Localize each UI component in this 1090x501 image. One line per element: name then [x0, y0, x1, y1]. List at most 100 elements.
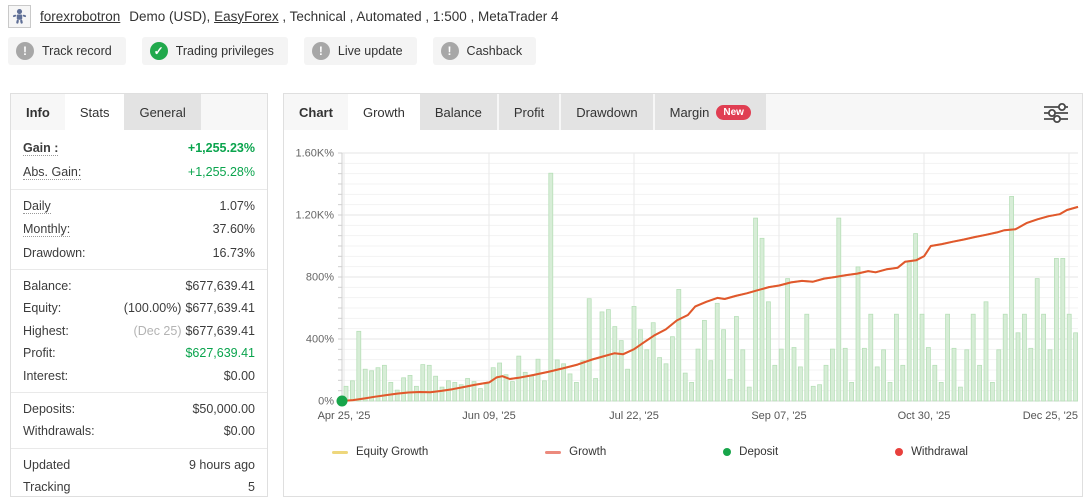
gain-bar	[388, 382, 394, 402]
gain-bar	[407, 375, 413, 402]
stat-value: 37.60%	[213, 222, 255, 236]
broker-link[interactable]: EasyForex	[214, 9, 279, 24]
gain-bar	[1034, 278, 1040, 402]
chart-settings-button[interactable]	[1042, 101, 1070, 125]
gain-bar	[1009, 196, 1014, 402]
legend-item-withdrawal[interactable]: Withdrawal	[895, 446, 968, 458]
stat-row-withdrawals: Withdrawals: $0.00	[11, 420, 267, 442]
stat-value: (Dec 25) $677,639.41	[134, 324, 255, 338]
gain-bar	[746, 386, 752, 402]
account-avatar[interactable]	[8, 4, 31, 28]
account-name-link[interactable]: forexrobotron	[40, 9, 120, 24]
tab-profit[interactable]: Profit	[498, 94, 560, 130]
badge-live-update[interactable]: ! Live update	[303, 37, 417, 65]
stat-label: Withdrawals:	[23, 424, 95, 439]
x-axis-label: Sep 07, '25	[751, 410, 806, 422]
chart-panel-tabs: Chart Growth Balance Profit Drawdown Margin Ne…	[284, 94, 1082, 130]
stat-row-drawdown: Drawdown: 16.73%	[11, 242, 267, 264]
stat-value: 9 hours ago	[189, 458, 255, 472]
badge-cashback[interactable]: ! Cashback	[432, 37, 537, 65]
gain-bar	[734, 316, 739, 402]
tab-info[interactable]: Info	[11, 94, 65, 130]
gain-bar	[356, 330, 362, 402]
legend-item-equity-growth[interactable]: Equity Growth	[332, 446, 428, 458]
gain-bar	[926, 347, 931, 402]
tab-label: Margin	[669, 104, 710, 120]
gain-bar	[983, 301, 989, 402]
stat-row-updated: Updated 9 hours ago	[11, 454, 267, 476]
gain-bar	[938, 382, 944, 402]
gain-bar	[958, 386, 963, 402]
gain-bar	[1047, 349, 1053, 402]
gain-bar	[1002, 313, 1008, 402]
stat-value: $0.00	[224, 369, 255, 383]
stat-label: Gain :	[23, 141, 59, 157]
legend-item-growth[interactable]: Growth	[545, 446, 606, 458]
tab-chart[interactable]: Chart	[284, 94, 348, 130]
chart-panel: Chart Growth Balance Profit Drawdown Margin Ne…	[283, 93, 1083, 497]
gain-bar	[977, 364, 982, 402]
gain-bar	[433, 375, 438, 402]
growth-chart[interactable]: 0% 400% 800% 1.20K% 1.60K% Apr 25, '25 Jun 09,…	[284, 134, 1082, 434]
badge-label: Trading privileges	[175, 44, 274, 58]
tab-balance[interactable]: Balance	[419, 94, 497, 130]
badge-trading-privileges[interactable]: ✓ Trading privileges	[141, 37, 288, 65]
stat-value-text: $677,639.41	[185, 301, 255, 316]
tab-growth[interactable]: Growth	[347, 94, 420, 130]
tab-label: Balance	[434, 104, 482, 120]
gain-bar	[753, 217, 758, 402]
gain-bar	[1073, 332, 1078, 402]
gain-bar	[772, 364, 778, 402]
gain-bar	[817, 384, 822, 402]
gain-bar	[426, 364, 432, 402]
stat-label: Daily	[23, 198, 51, 214]
tab-general[interactable]: General	[124, 94, 201, 130]
gain-bar	[676, 289, 682, 402]
gain-bar	[836, 217, 842, 402]
myfxbook-account-page: { "header": { "account_name": "forexrobo…	[0, 0, 1090, 501]
stat-value-prefix: (Dec 25)	[133, 323, 182, 338]
tab-stats[interactable]: Stats	[64, 94, 125, 130]
gain-bar	[497, 362, 502, 402]
stats-panel-tabs: Info Stats General	[11, 94, 267, 130]
tab-label: Drawdown	[576, 104, 638, 120]
gain-bar	[465, 378, 470, 402]
robot-avatar-icon	[12, 8, 27, 24]
gain-bar	[874, 366, 880, 402]
tab-drawdown[interactable]: Drawdown	[561, 94, 653, 130]
legend-label: Withdrawal	[911, 446, 968, 458]
deposit-marker[interactable]	[336, 395, 348, 407]
badge-label: Live update	[337, 44, 403, 58]
stat-row-highest: Highest: (Dec 25) $677,639.41	[11, 320, 267, 342]
gain-bar	[823, 364, 829, 402]
gain-bar	[868, 313, 874, 402]
gain-bar	[842, 347, 848, 402]
legend-item-deposit[interactable]: Deposit	[723, 446, 778, 458]
stat-row-interest: Interest: $0.00	[11, 364, 267, 386]
exclamation-icon: !	[440, 42, 459, 60]
gain-bar	[721, 329, 726, 402]
badge-track-record[interactable]: ! Track record	[8, 37, 126, 65]
stat-label: Monthly:	[23, 222, 71, 238]
gain-bar	[574, 382, 579, 402]
stat-label: Updated	[23, 457, 71, 472]
gain-bar	[881, 349, 886, 402]
stat-value-text: $50,000.00	[192, 401, 255, 416]
gain-bar	[766, 301, 771, 402]
stat-value: $0.00	[224, 424, 255, 438]
gain-bar	[932, 364, 938, 402]
tab-margin[interactable]: Margin New	[654, 94, 766, 130]
gain-bar	[759, 237, 765, 402]
gain-bar	[830, 348, 835, 402]
gain-bar	[567, 373, 573, 402]
gain-bar	[919, 313, 925, 402]
gain-bar	[862, 347, 867, 402]
chart-legend: Equity Growth Growth Deposit Withdrawal	[332, 446, 968, 458]
stat-label: Equity:	[23, 301, 62, 316]
gain-bar	[951, 347, 957, 402]
stat-label: Deposits:	[23, 401, 76, 416]
y-axis-label: 1.60K%	[295, 148, 334, 160]
subtitle-prefix: Demo (USD),	[129, 8, 215, 24]
x-axis-label: Jul 22, '25	[609, 410, 659, 422]
equity-growth-swatch-icon	[332, 450, 348, 454]
